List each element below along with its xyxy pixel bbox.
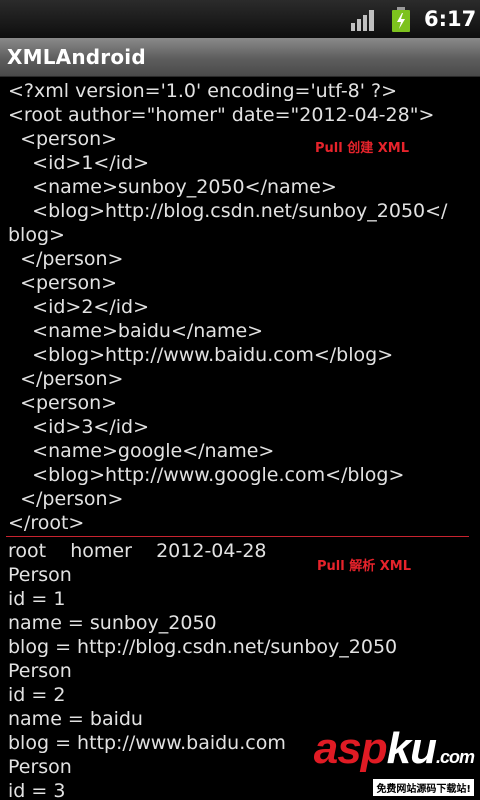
- xml-line: blog>: [8, 224, 65, 246]
- watermark-logo-suffix: .com: [435, 747, 475, 767]
- status-bar: 6:17: [0, 0, 480, 39]
- xml-line: <name>sunboy_2050</name>: [8, 176, 337, 198]
- xml-line: </person>: [8, 248, 124, 270]
- parse-line: name = sunboy_2050: [8, 612, 217, 634]
- watermark-logo-asp: asp: [313, 724, 388, 773]
- app-title: XMLAndroid: [7, 45, 146, 69]
- pull-create-xml-label: Pull 创建 XML: [315, 141, 409, 156]
- xml-line: <id>2</id>: [8, 296, 150, 318]
- xml-line: <?xml version='1.0' encoding='utf-8' ?>: [8, 80, 398, 102]
- xml-line: <person>: [8, 272, 118, 294]
- status-clock: 6:17: [424, 7, 477, 31]
- xml-line: <blog>http://www.baidu.com</blog>: [8, 344, 394, 366]
- section-divider: [6, 536, 469, 537]
- xml-line: <blog>http://blog.csdn.net/sunboy_2050</: [8, 200, 448, 222]
- xml-line: </person>: [8, 488, 124, 510]
- xml-line: <id>3</id>: [8, 416, 150, 438]
- parse-line: id = 1: [8, 588, 66, 610]
- xml-line: </person>: [8, 368, 124, 390]
- parse-line: id = 2: [8, 684, 66, 706]
- content-area[interactable]: <?xml version='1.0' encoding='utf-8' ?> …: [0, 76, 480, 800]
- watermark-logo-ku: ku: [386, 724, 437, 773]
- xml-line: <blog>http://www.google.com</blog>: [8, 464, 405, 486]
- watermark-logo: aspku.com: [314, 727, 475, 777]
- aspku-watermark: aspku.com 免费网站源码下载站!: [314, 727, 475, 796]
- xml-line: <person>: [8, 392, 118, 414]
- parse-line: blog = http://blog.csdn.net/sunboy_2050: [8, 636, 398, 658]
- xml-line: <name>baidu</name>: [8, 320, 264, 342]
- parse-line: Person: [8, 660, 72, 682]
- app-title-bar: XMLAndroid: [0, 38, 480, 77]
- pull-parse-xml-label: Pull 解析 XML: [317, 559, 411, 574]
- xml-line: <root author="homer" date="2012-04-28">: [8, 104, 435, 126]
- signal-strength-icon: [351, 10, 374, 31]
- xml-line: <name>google</name>: [8, 440, 275, 462]
- watermark-tagline: 免费网站源码下载站!: [373, 779, 474, 796]
- xml-line: </root>: [8, 512, 85, 534]
- battery-charging-icon: [392, 7, 410, 32]
